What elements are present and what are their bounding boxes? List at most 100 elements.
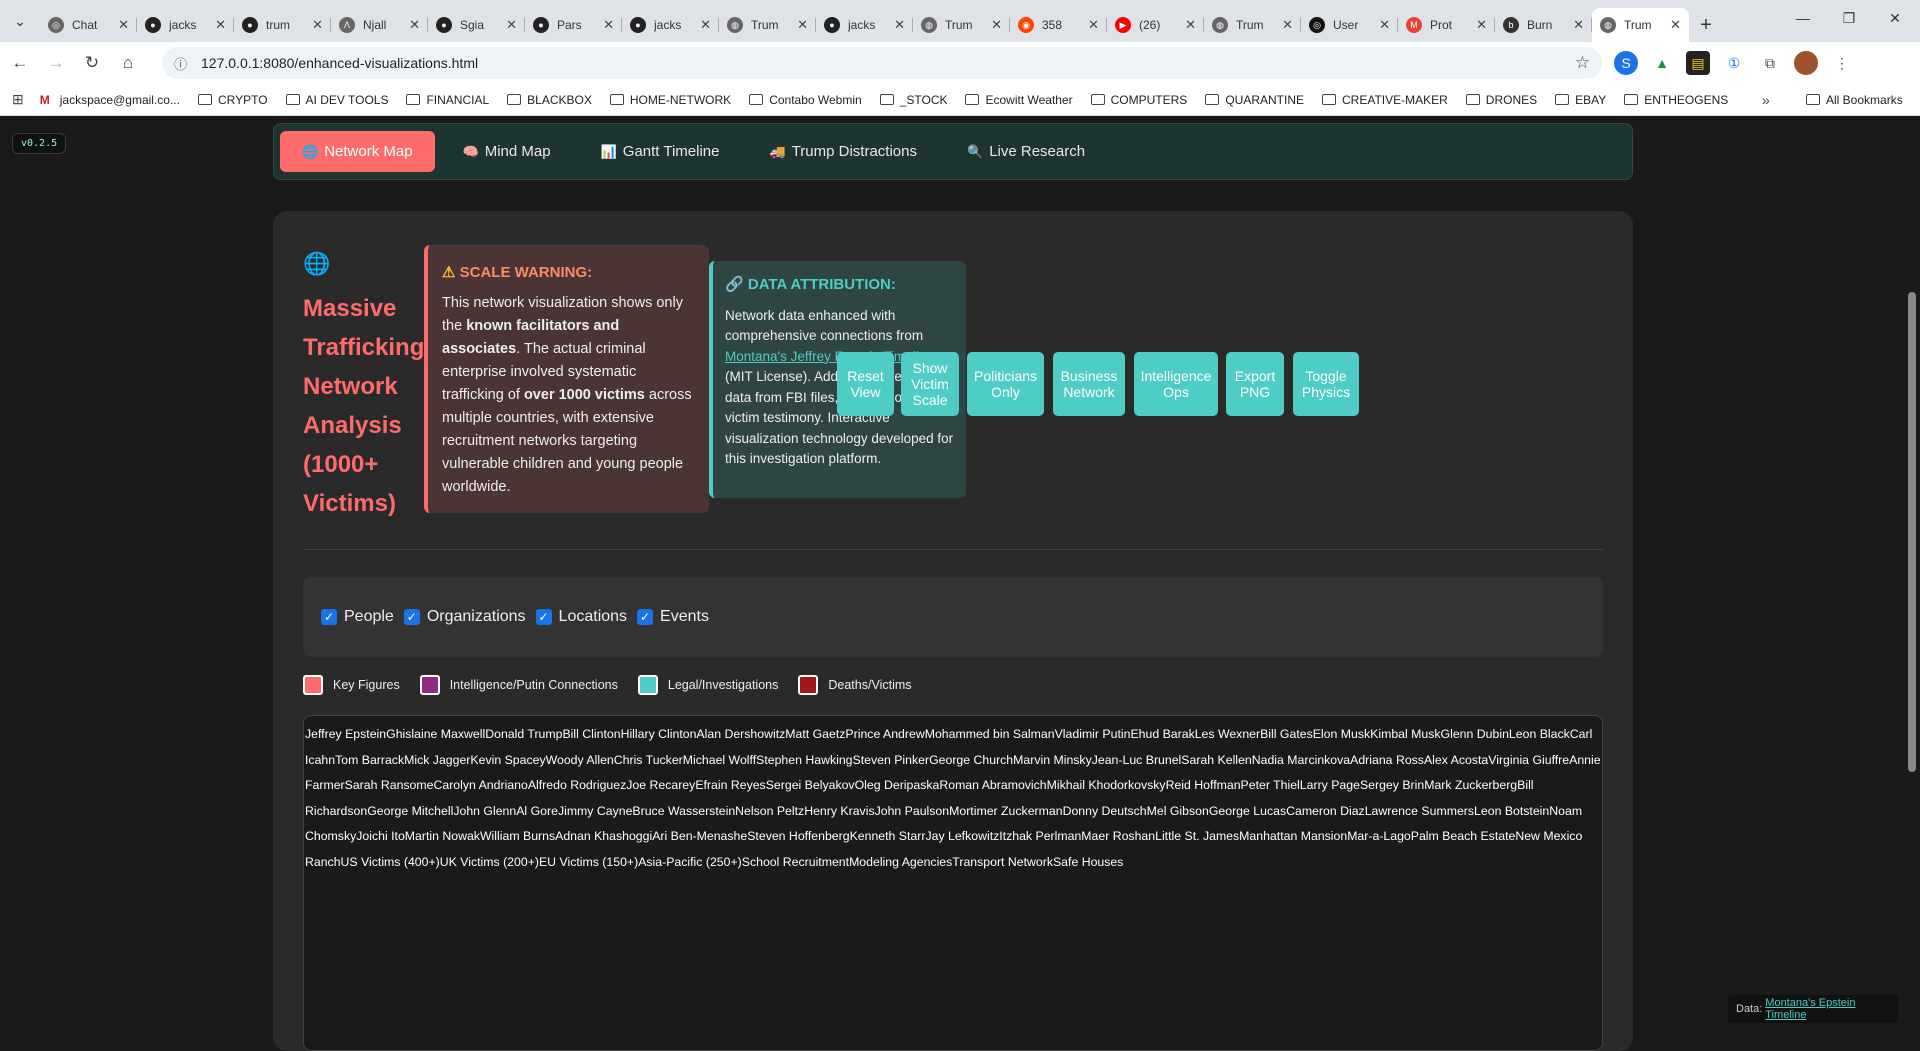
network-node-label[interactable]: Carolyn Andriano <box>433 778 527 792</box>
close-tab-icon[interactable]: ✕ <box>1379 17 1390 33</box>
browser-tab[interactable]: b Burn ✕ <box>1495 8 1592 42</box>
close-tab-icon[interactable]: ✕ <box>118 17 129 33</box>
bookmark-item[interactable]: FINANCIAL <box>406 93 489 107</box>
close-tab-icon[interactable]: ✕ <box>1185 17 1196 33</box>
browser-tab[interactable]: ● Sgia ✕ <box>428 8 525 42</box>
more-bookmarks-chevron-icon[interactable]: » <box>1762 92 1770 108</box>
nav-tab-network-map[interactable]: 🌐 Network Map <box>280 131 435 172</box>
bookmark-item[interactable]: AI DEV TOOLS <box>285 93 388 107</box>
network-node-label[interactable]: Manhattan Mansion <box>1239 829 1347 843</box>
network-node-label[interactable]: Mark Zuckerberg <box>1424 778 1517 792</box>
browser-tab[interactable]: ◎ Chat ✕ <box>40 8 137 42</box>
nav-tab-gantt-timeline[interactable]: 📊 Gantt Timeline <box>579 131 742 172</box>
bookmark-item[interactable]: Mjackspace@gmail.co... <box>40 93 180 107</box>
network-node-label[interactable]: UK Victims (200+) <box>440 855 539 869</box>
network-node-label[interactable]: Mel Gibson <box>1147 804 1209 818</box>
close-tab-icon[interactable]: ✕ <box>312 17 323 33</box>
network-node-label[interactable]: Asia-Pacific (250+) <box>638 855 742 869</box>
network-node-label[interactable]: Jay Lefkowitz <box>925 829 999 843</box>
bookmark-item[interactable]: HOME-NETWORK <box>609 93 731 107</box>
nav-tab-live-research[interactable]: 🔍 Live Research <box>945 131 1107 172</box>
network-node-label[interactable]: Matt Gaetz <box>785 727 845 741</box>
extension-blue-icon[interactable]: S <box>1614 51 1638 75</box>
network-node-label[interactable]: Michael Wolff <box>683 753 756 767</box>
google-drive-icon[interactable]: ▲ <box>1650 51 1674 75</box>
network-node-label[interactable]: Bill Clinton <box>562 727 620 741</box>
network-node-label[interactable]: William Burns <box>480 829 555 843</box>
network-node-label[interactable]: Martin Nowak <box>405 829 480 843</box>
network-node-label[interactable]: Sarah Kellen <box>1181 753 1251 767</box>
browser-tab[interactable]: ◍ Trum ✕ <box>913 8 1010 42</box>
network-node-label[interactable]: Nelson Peltz <box>735 804 804 818</box>
network-node-label[interactable]: Modeling Agencies <box>849 855 952 869</box>
bookmark-item[interactable]: Contabo Webmin <box>749 93 862 107</box>
close-window-icon[interactable]: ✕ <box>1872 0 1918 36</box>
close-tab-icon[interactable]: ✕ <box>603 17 614 33</box>
network-node-label[interactable]: George Mitchell <box>367 804 453 818</box>
network-node-label[interactable]: Henry Kravis <box>804 804 874 818</box>
network-node-label[interactable]: Reid Hoffman <box>1166 778 1241 792</box>
bookmark-item[interactable]: Ecowitt Weather <box>965 93 1073 107</box>
network-node-label[interactable]: Cameron Diaz <box>1286 804 1365 818</box>
filter-people[interactable]: ✓ People <box>321 608 394 626</box>
network-node-label[interactable]: Vladimir Putin <box>1055 727 1131 741</box>
network-node-label[interactable]: Mick Jagger <box>404 753 470 767</box>
network-node-label[interactable]: Sergey Brin <box>1360 778 1424 792</box>
extension-dark-icon[interactable]: ▤ <box>1686 51 1710 75</box>
forward-arrow-icon[interactable]: → <box>40 47 72 79</box>
back-arrow-icon[interactable]: ← <box>4 47 36 79</box>
network-node-label[interactable]: Marvin Minsky <box>1013 753 1092 767</box>
control-button-politicians-only[interactable]: Politicians Only <box>967 352 1044 416</box>
network-node-label[interactable]: Les Wexner <box>1195 727 1260 741</box>
checkbox[interactable]: ✓ <box>637 609 654 625</box>
menu-kebab-icon[interactable]: ⋮ <box>1830 51 1854 75</box>
nav-tab-mind-map[interactable]: 🧠 Mind Map <box>441 131 573 172</box>
network-node-label[interactable]: Chris Tucker <box>614 753 683 767</box>
browser-tab[interactable]: ● jacks ✕ <box>816 8 913 42</box>
page-scrollbar[interactable] <box>1903 117 1920 1032</box>
control-button-intelligence-ops[interactable]: Intelligence Ops <box>1134 352 1218 416</box>
close-tab-icon[interactable]: ✕ <box>215 17 226 33</box>
browser-tab[interactable]: ● jacks ✕ <box>622 8 719 42</box>
extensions-puzzle-icon[interactable]: ⧉ <box>1758 51 1782 75</box>
close-tab-icon[interactable]: ✕ <box>1088 17 1099 33</box>
network-node-label[interactable]: Alan Dershowitz <box>696 727 785 741</box>
bookmark-item[interactable]: _STOCK <box>879 93 947 107</box>
network-node-label[interactable]: Prince Andrew <box>845 727 924 741</box>
network-node-label[interactable]: George Lucas <box>1209 804 1286 818</box>
network-node-label[interactable]: George Church <box>929 753 1013 767</box>
network-node-label[interactable]: Donny Deutsch <box>1063 804 1147 818</box>
checkbox[interactable]: ✓ <box>403 609 420 625</box>
network-node-label[interactable]: Stephen Hawking <box>756 753 852 767</box>
network-node-label[interactable]: Jimmy Cayne <box>558 804 632 818</box>
network-node-label[interactable]: Tom Barrack <box>335 753 404 767</box>
network-node-label[interactable]: Sarah Ransome <box>345 778 434 792</box>
network-node-label[interactable]: Joe Recarey <box>626 778 695 792</box>
network-node-label[interactable]: Mohammed bin Salman <box>925 727 1055 741</box>
network-node-label[interactable]: Steven Pinker <box>853 753 930 767</box>
nav-tab-trump-distractions[interactable]: 🚚 Trump Distractions <box>748 131 940 172</box>
network-node-label[interactable]: Elon Musk <box>1313 727 1370 741</box>
network-node-label[interactable]: Joichi Ito <box>356 829 405 843</box>
network-node-label[interactable]: Alex Acosta <box>1424 753 1488 767</box>
site-info-icon[interactable]: ⓘ <box>174 54 187 73</box>
network-node-label[interactable]: Efrain Reyes <box>695 778 765 792</box>
network-node-label[interactable]: Hillary Clinton <box>621 727 697 741</box>
network-node-label[interactable]: Ari Ben-Menashe <box>652 829 747 843</box>
network-node-label[interactable]: Jean-Luc Brunel <box>1092 753 1182 767</box>
network-node-label[interactable]: Oleg Deripaska <box>855 778 940 792</box>
network-node-label[interactable]: Alfredo Rodriguez <box>528 778 626 792</box>
network-node-label[interactable]: Bruce Wasserstein <box>632 804 735 818</box>
browser-tab[interactable]: ● jacks ✕ <box>137 8 234 42</box>
network-node-label[interactable]: Adnan Khashoggi <box>555 829 652 843</box>
browser-tab[interactable]: ◎ User ✕ <box>1301 8 1398 42</box>
network-node-label[interactable]: Mikhail Khodorkovsky <box>1047 778 1166 792</box>
close-tab-icon[interactable]: ✕ <box>700 17 711 33</box>
network-node-label[interactable]: Jeffrey Epstein <box>305 727 386 741</box>
scrollbar-thumb[interactable] <box>1908 292 1916 772</box>
network-node-label[interactable]: School Recruitment <box>742 855 849 869</box>
network-node-label[interactable]: Roman Abramovich <box>939 778 1046 792</box>
network-node-label[interactable]: Ehud Barak <box>1130 727 1194 741</box>
network-node-label[interactable]: Glenn Dubin <box>1441 727 1509 741</box>
bookmark-item[interactable]: DRONES <box>1465 93 1537 107</box>
